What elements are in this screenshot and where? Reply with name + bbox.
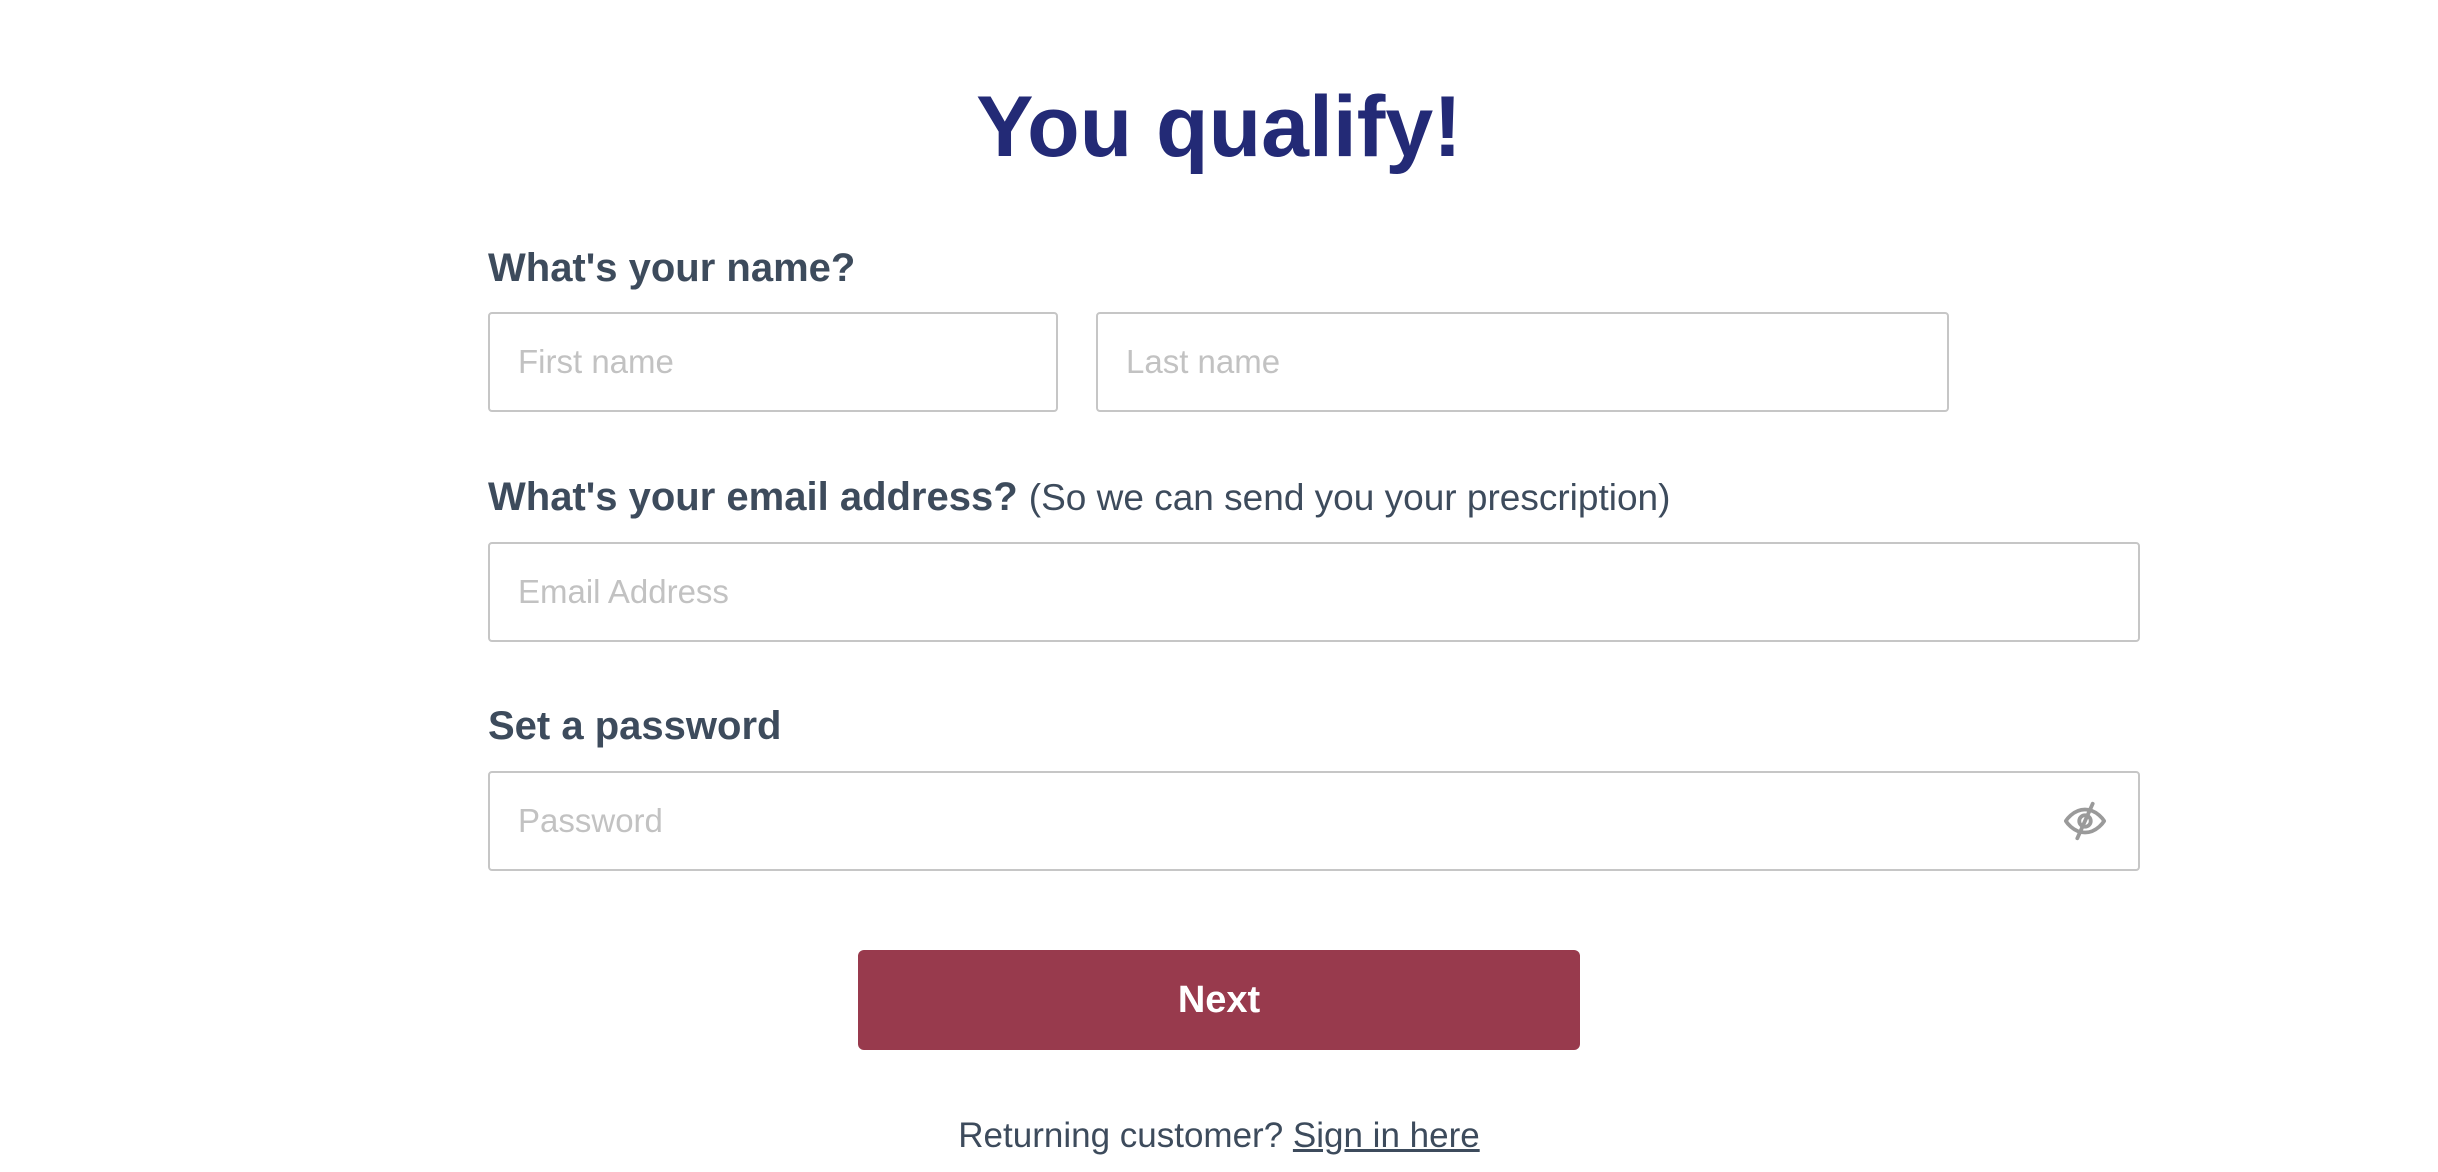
last-name-field[interactable]: [1096, 312, 1949, 412]
returning-customer: Returning customer? Sign in here: [0, 1115, 2438, 1157]
eye-slash-icon[interactable]: [2062, 798, 2108, 844]
first-name-field[interactable]: [488, 312, 1058, 412]
email-field[interactable]: [488, 542, 2140, 642]
returning-text: Returning customer?: [958, 1116, 1284, 1155]
password-label: Set a password: [488, 704, 782, 748]
signup-page: You qualify! What's your name? What's yo…: [0, 0, 2438, 1172]
first-name-input[interactable]: [490, 314, 1056, 410]
email-input[interactable]: [490, 544, 2138, 640]
email-label-text: What's your email address?: [488, 475, 1018, 519]
page-title: You qualify!: [976, 79, 1462, 175]
password-field[interactable]: [488, 771, 2140, 871]
sign-in-link[interactable]: Sign in here: [1293, 1116, 1480, 1155]
email-label: What's your email address? (So we can se…: [488, 473, 1670, 521]
password-input[interactable]: [490, 773, 2138, 869]
email-sublabel: (So we can send you your prescription): [1028, 477, 1671, 518]
last-name-input[interactable]: [1098, 314, 1947, 410]
name-label: What's your name?: [488, 246, 856, 290]
next-button[interactable]: Next: [858, 950, 1580, 1050]
